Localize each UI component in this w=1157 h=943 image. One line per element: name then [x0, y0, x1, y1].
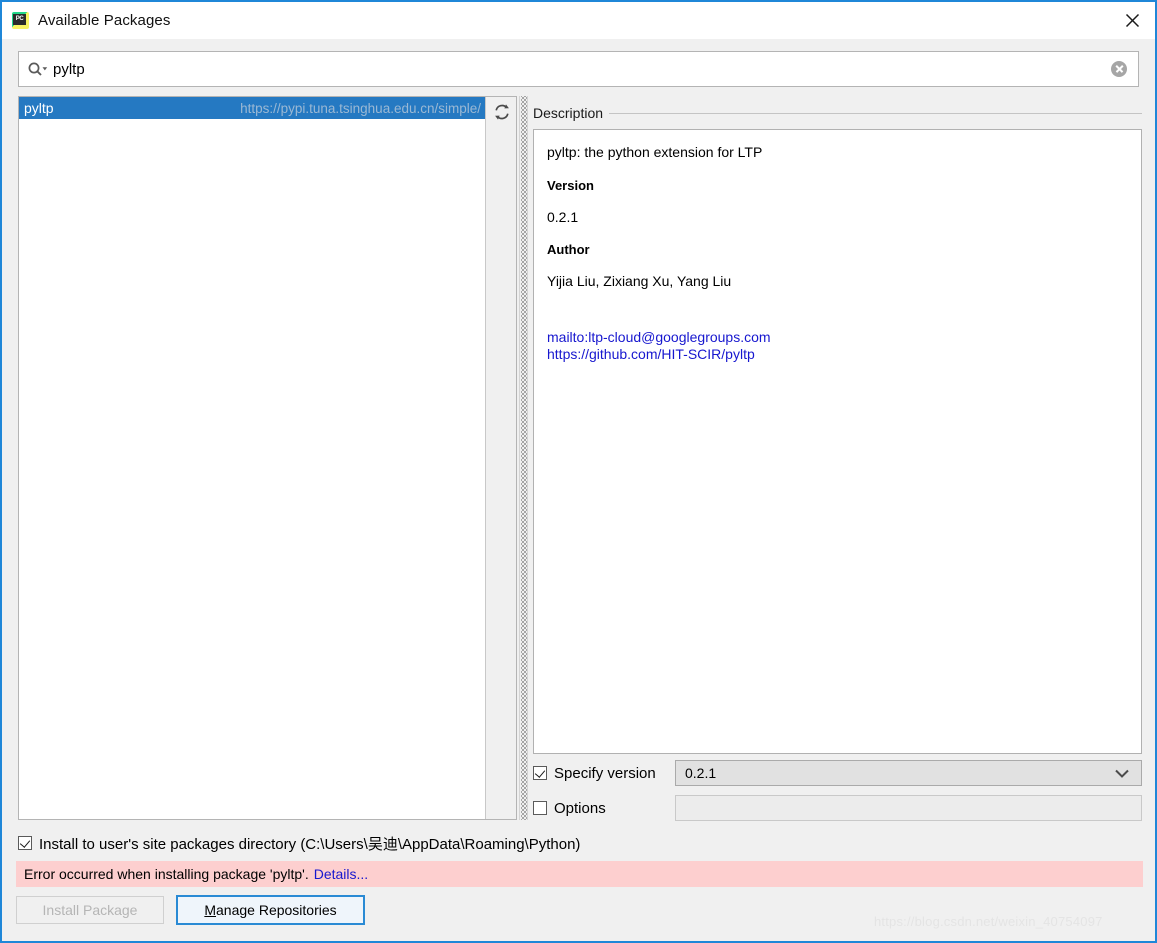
- pycharm-icon: [12, 12, 29, 29]
- error-message: Error occurred when installing package '…: [24, 866, 309, 882]
- manage-repositories-label: anage Repositories: [216, 902, 337, 918]
- available-packages-dialog: Available Packages pyltp https://pypi.tu…: [0, 0, 1157, 943]
- specify-version-label: Specify version: [554, 764, 656, 782]
- version-selected-value: 0.2.1: [685, 765, 717, 781]
- description-field-value-author: Yijia Liu, Zixiang Xu, Yang Liu: [547, 273, 732, 289]
- clear-icon[interactable]: [1111, 61, 1127, 77]
- panel-splitter[interactable]: [519, 96, 528, 820]
- divider: [609, 112, 1142, 114]
- specify-version-checkbox[interactable]: [533, 766, 547, 780]
- package-repository-url: https://pypi.tuna.tsinghua.edu.cn/simple…: [240, 100, 481, 116]
- package-list-items: pyltp https://pypi.tuna.tsinghua.edu.cn/…: [19, 97, 485, 819]
- search-icon[interactable]: [27, 61, 49, 77]
- install-to-user-row: Install to user's site packages director…: [18, 832, 580, 854]
- refresh-icon[interactable]: [490, 100, 514, 124]
- close-icon[interactable]: [1109, 2, 1155, 39]
- search-input[interactable]: [53, 59, 1111, 79]
- options-label: Options: [554, 799, 606, 817]
- install-package-button[interactable]: Install Package: [16, 896, 164, 924]
- description-field-label-version: Version: [547, 177, 594, 193]
- install-to-user-checkbox[interactable]: [18, 836, 32, 850]
- description-link-mailto[interactable]: mailto:ltp-cloud@googlegroups.com: [547, 329, 1128, 347]
- description-title: Description: [533, 105, 604, 121]
- package-name: pyltp: [24, 100, 54, 116]
- status-bar-error: Error occurred when installing package '…: [16, 861, 1143, 887]
- version-select[interactable]: 0.2.1: [675, 760, 1142, 786]
- search-bar[interactable]: [18, 51, 1139, 87]
- package-list[interactable]: pyltp https://pypi.tuna.tsinghua.edu.cn/…: [18, 96, 517, 820]
- error-details-link[interactable]: Details...: [314, 866, 368, 882]
- splitter-grip: [521, 96, 527, 820]
- window-title: Available Packages: [38, 12, 171, 29]
- chevron-down-icon: [1115, 769, 1129, 778]
- list-gutter: [485, 97, 516, 819]
- options-checkbox[interactable]: [533, 801, 547, 815]
- description-header: Description: [533, 104, 1142, 122]
- title-bar: Available Packages: [2, 2, 1155, 39]
- manage-repositories-button[interactable]: Manage Repositories: [176, 895, 365, 925]
- description-field-label-author: Author: [547, 242, 590, 257]
- install-to-user-label: Install to user's site packages director…: [39, 835, 581, 853]
- list-item[interactable]: pyltp https://pypi.tuna.tsinghua.edu.cn/…: [19, 97, 485, 119]
- options-input[interactable]: [675, 795, 1142, 821]
- watermark: https://blog.csdn.net/weixin_40754097: [874, 914, 1103, 929]
- description-panel: pyltp: the python extension for LTP Vers…: [533, 129, 1142, 754]
- manage-repositories-mnemonic: M: [204, 902, 217, 918]
- description-field-value-version: 0.2.1: [547, 208, 579, 225]
- description-link-homepage[interactable]: https://github.com/HIT-SCIR/pyltp: [547, 346, 1128, 364]
- description-summary: pyltp: the python extension for LTP: [547, 144, 763, 160]
